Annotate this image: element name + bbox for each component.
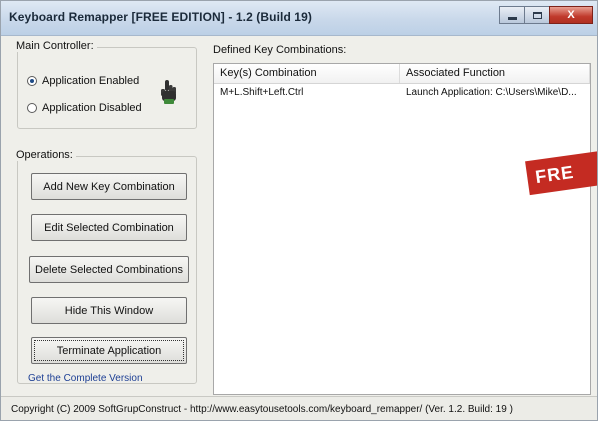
close-icon: X: [567, 9, 575, 21]
hide-window-button[interactable]: Hide This Window: [31, 297, 187, 324]
terminate-application-button[interactable]: Terminate Application: [31, 337, 187, 364]
get-complete-version-link[interactable]: Get the Complete Version: [28, 373, 143, 384]
app-window: Keyboard Remapper [FREE EDITION] - 1.2 (…: [0, 0, 598, 421]
maximize-button[interactable]: [524, 6, 550, 24]
edit-combination-button[interactable]: Edit Selected Combination: [31, 214, 187, 241]
radio-enabled-indicator: [27, 76, 37, 86]
close-button[interactable]: X: [549, 6, 593, 24]
maximize-icon: [532, 11, 542, 19]
window-controls: X: [499, 6, 593, 24]
cell-combination: M+L.Shift+Left.Ctrl: [220, 87, 304, 98]
radio-disabled-label: Application Disabled: [42, 102, 142, 114]
minimize-button[interactable]: [499, 6, 525, 24]
list-header: Key(s) Combination Associated Function: [214, 64, 590, 84]
add-combination-button[interactable]: Add New Key Combination: [31, 173, 187, 200]
combinations-list[interactable]: Key(s) Combination Associated Function M…: [213, 63, 591, 395]
cell-function: Launch Application: C:\Users\Mike\D...: [406, 87, 577, 98]
operations-label: Operations:: [13, 149, 76, 161]
delete-combinations-button[interactable]: Delete Selected Combinations: [29, 256, 189, 283]
table-row[interactable]: M+L.Shift+Left.Ctrl Launch Application: …: [214, 84, 590, 102]
radio-disabled-indicator: [27, 103, 37, 113]
window-title: Keyboard Remapper [FREE EDITION] - 1.2 (…: [9, 10, 312, 24]
column-header-combination[interactable]: Key(s) Combination: [214, 64, 400, 83]
radio-enabled-label: Application Enabled: [42, 75, 140, 87]
main-controller-label: Main Controller:: [13, 40, 97, 52]
hand-pointer-icon: [161, 80, 176, 104]
combinations-label: Defined Key Combinations:: [213, 44, 347, 56]
column-header-function[interactable]: Associated Function: [400, 64, 590, 83]
minimize-icon: [507, 16, 517, 20]
status-bar: Copyright (C) 2009 SoftGrupConstruct - h…: [1, 396, 597, 420]
title-bar[interactable]: Keyboard Remapper [FREE EDITION] - 1.2 (…: [1, 1, 597, 36]
radio-application-enabled[interactable]: Application Enabled: [27, 75, 139, 87]
radio-application-disabled[interactable]: Application Disabled: [27, 102, 142, 114]
